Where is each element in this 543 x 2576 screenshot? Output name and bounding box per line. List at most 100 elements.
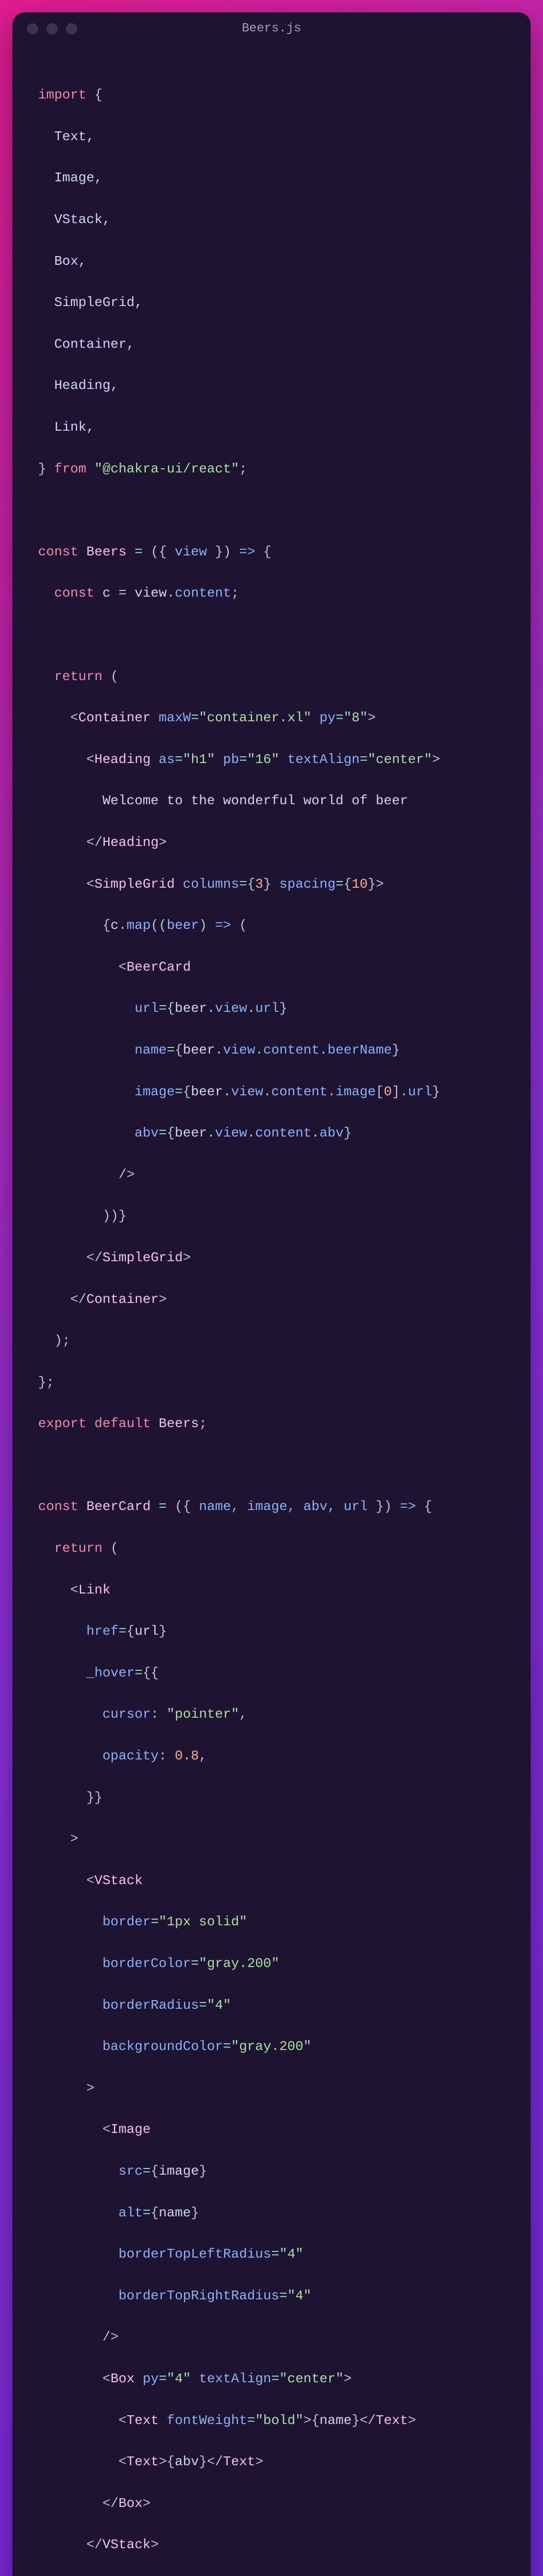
tag: <: [38, 1582, 78, 1598]
punct: {: [167, 2454, 175, 2469]
punct: }: [344, 1125, 352, 1141]
tag: />: [38, 2329, 118, 2345]
op: =: [360, 752, 368, 767]
punct: }: [191, 2205, 199, 2221]
punct: }}: [38, 1790, 103, 1805]
prop: view: [231, 1084, 263, 1099]
attr: as: [150, 752, 175, 767]
param: beer: [167, 918, 199, 933]
ident: beer: [183, 1042, 215, 1058]
keyword: default: [87, 1416, 151, 1431]
punct: .: [207, 1125, 215, 1141]
tag: <: [38, 2413, 127, 2428]
punct: {: [312, 2413, 320, 2428]
punct: }: [392, 1042, 400, 1058]
ident: beer: [175, 1001, 207, 1016]
punct: }: [38, 461, 54, 477]
punct: .: [255, 1042, 263, 1058]
attr: spacing: [272, 876, 336, 892]
tag: Container: [87, 1292, 159, 1307]
tag: />: [38, 1167, 134, 1182]
op: =: [191, 1956, 199, 1971]
punct: {: [416, 1499, 432, 1514]
punct: .: [247, 1001, 256, 1016]
string: "4": [279, 2246, 303, 2262]
op: =: [134, 1665, 143, 1681]
keyword: return: [38, 669, 103, 684]
number: 0.8: [175, 1748, 199, 1764]
minimize-icon[interactable]: [46, 23, 58, 35]
close-icon[interactable]: [27, 23, 38, 35]
op: =: [143, 2205, 151, 2221]
punct: >: [432, 752, 440, 767]
punct: {: [127, 1623, 135, 1639]
punct: >: [150, 2537, 159, 2552]
prop: view: [215, 1125, 247, 1141]
prop: content: [272, 1084, 328, 1099]
punct: (: [231, 918, 247, 933]
punct: (: [103, 1540, 118, 1556]
punct: >: [255, 2454, 263, 2469]
attr: abv: [38, 1125, 159, 1141]
punct: }: [199, 2454, 207, 2469]
punct: >: [159, 835, 167, 850]
punct: }: [352, 2413, 360, 2428]
ident: view: [127, 585, 167, 601]
ident: url: [134, 1623, 159, 1639]
string: "1px solid": [159, 1914, 247, 1929]
tag: </: [38, 835, 103, 850]
prop: content: [263, 1042, 319, 1058]
titlebar: Beers.js: [12, 12, 531, 45]
maximize-icon[interactable]: [66, 23, 77, 35]
punct: .: [400, 1084, 408, 1099]
punct: ;: [199, 1416, 207, 1431]
string: "center": [368, 752, 432, 767]
op: =: [159, 1001, 167, 1016]
tag: Image: [110, 2122, 150, 2137]
number: 0: [384, 1084, 392, 1099]
op: =: [223, 2039, 231, 2054]
punct: >: [159, 1292, 167, 1307]
tag: Heading: [94, 752, 150, 767]
attr: borderTopRightRadius: [38, 2288, 279, 2303]
op: =: [159, 1125, 167, 1141]
punct: .: [319, 1042, 328, 1058]
code-editor[interactable]: import { Text, Image, VStack, Box, Simpl…: [12, 45, 531, 2576]
punct: ;: [239, 461, 247, 477]
punct: >: [143, 2496, 151, 2511]
ident: Beers: [78, 544, 127, 560]
punct: (: [103, 669, 118, 684]
prop: cursor: [38, 1706, 150, 1722]
ident: Text,: [38, 129, 94, 144]
tag: <: [38, 2122, 110, 2137]
ident: name: [159, 2205, 191, 2221]
op: =: [271, 2246, 279, 2262]
string: "16": [247, 752, 279, 767]
op: =: [175, 752, 183, 767]
op: =: [143, 2163, 151, 2179]
attr: src: [38, 2163, 143, 2179]
op: =: [150, 1499, 166, 1514]
punct: >: [38, 1831, 78, 1846]
string: "h1": [183, 752, 215, 767]
punct: :: [150, 1706, 166, 1722]
keyword: return: [38, 1540, 103, 1556]
tag: </: [38, 2496, 118, 2511]
arrow: =>: [239, 544, 255, 560]
tag: Text: [127, 2454, 159, 2469]
punct: }: [368, 876, 376, 892]
arrow: =>: [400, 1499, 416, 1514]
attr: name: [38, 1042, 167, 1058]
string: "4": [167, 2371, 191, 2386]
punct: {: [167, 1001, 175, 1016]
tag: Container: [78, 710, 150, 725]
string: "container.xl": [199, 710, 311, 725]
prop: image: [335, 1084, 376, 1099]
ident: abv: [175, 2454, 199, 2469]
attr: backgroundColor: [38, 2039, 223, 2054]
op: =: [110, 585, 126, 601]
punct: {: [167, 1125, 175, 1141]
punct: }: [159, 1623, 167, 1639]
ident: BeerCard: [78, 1499, 150, 1514]
method: map: [127, 918, 151, 933]
